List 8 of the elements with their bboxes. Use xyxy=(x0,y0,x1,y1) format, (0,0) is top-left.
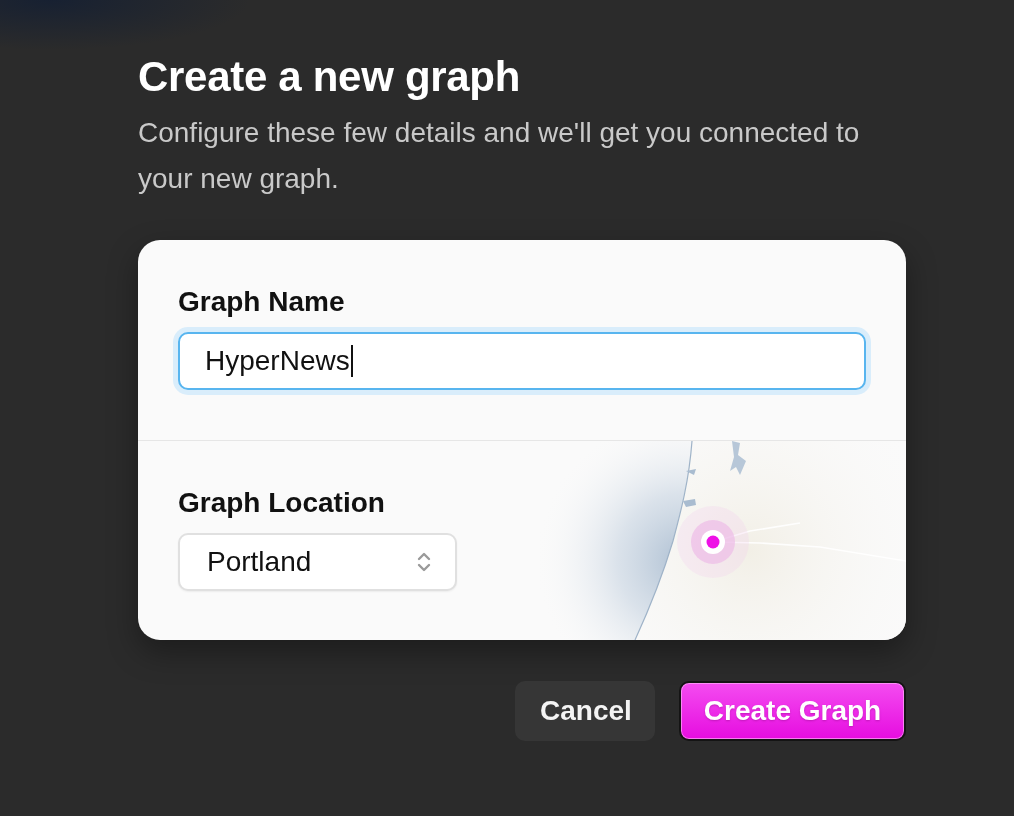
dialog-title: Create a new graph xyxy=(138,52,521,102)
location-select[interactable]: Portland xyxy=(178,533,457,591)
chevron-updown-icon xyxy=(417,552,431,572)
map-pin-icon xyxy=(677,506,749,578)
field-label: Graph Location xyxy=(178,486,385,520)
field-label: Graph Name xyxy=(178,285,345,319)
dialog-description: Configure these few details and we'll get you connected to your new graph. xyxy=(138,116,861,196)
cancel-button[interactable]: Cancel xyxy=(515,681,655,741)
